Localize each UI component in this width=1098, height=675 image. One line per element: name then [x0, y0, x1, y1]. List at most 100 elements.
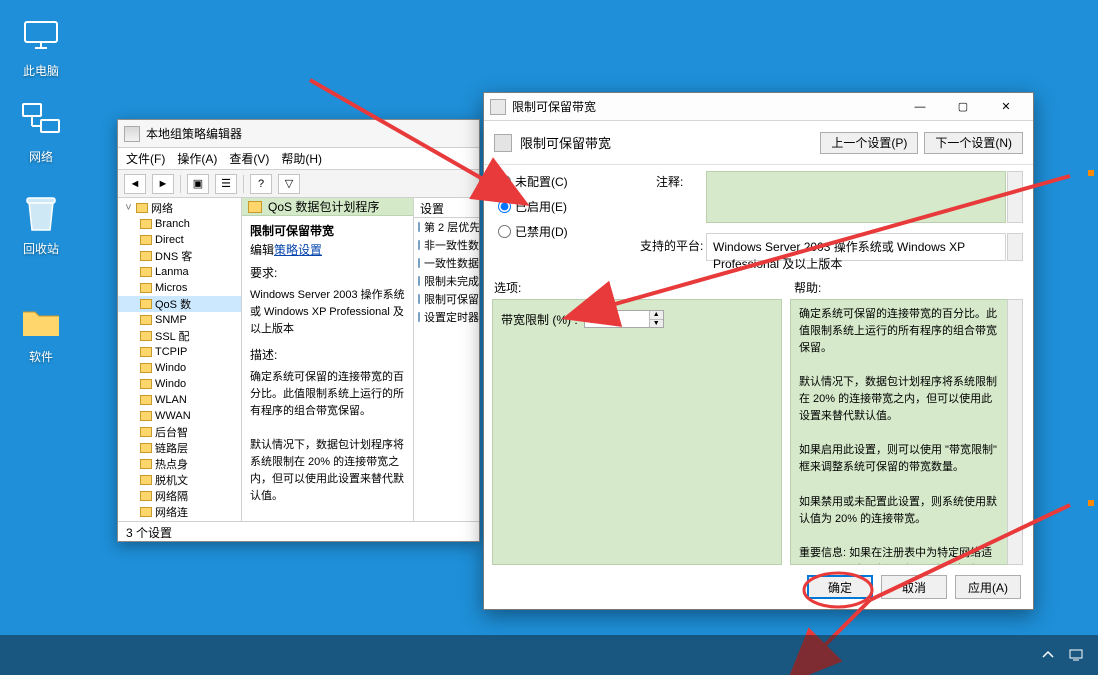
maximize-button[interactable]: ▢	[942, 97, 984, 117]
next-setting-button[interactable]: 下一个设置(N)	[924, 132, 1023, 154]
tree-item[interactable]: 网络隔	[118, 488, 241, 504]
radio-disabled-input[interactable]	[498, 225, 511, 238]
tree-root-label: 网络	[151, 200, 173, 216]
menu-view[interactable]: 查看(V)	[229, 150, 269, 167]
settings-item[interactable]: 一致性数据	[414, 254, 479, 272]
settings-item[interactable]: 限制可保留	[414, 290, 479, 308]
policy-item-icon	[418, 240, 420, 250]
gp-titlebar[interactable]: 本地组策略编辑器	[118, 120, 479, 148]
tree-item[interactable]: 网络连	[118, 520, 241, 521]
minimize-button[interactable]: —	[899, 97, 941, 117]
tree-item[interactable]: Micros	[118, 280, 241, 296]
tree-item[interactable]: Direct	[118, 232, 241, 248]
folder-icon	[140, 491, 152, 501]
menu-help[interactable]: 帮助(H)	[281, 150, 322, 167]
policy-dialog: 限制可保留带宽 — ▢ ✕ 限制可保留带宽 上一个设置(P) 下一个设置(N) …	[483, 92, 1034, 610]
spin-down-icon[interactable]: ▼	[649, 320, 663, 328]
tree-item[interactable]: Windo	[118, 360, 241, 376]
tree-item[interactable]: Branch	[118, 216, 241, 232]
radio-disabled[interactable]: 已禁用(D)	[498, 223, 568, 240]
scrollbar[interactable]	[1007, 171, 1023, 223]
toolbar-filter-icon[interactable]: ▽	[278, 174, 300, 194]
tree-item[interactable]: DNS 客	[118, 248, 241, 264]
tree-item[interactable]: SNMP	[118, 312, 241, 328]
tree-item-label: QoS 数	[155, 296, 191, 312]
settings-item[interactable]: 第 2 层优先	[414, 218, 479, 236]
folder-icon	[136, 203, 148, 213]
tree-item[interactable]: 热点身	[118, 456, 241, 472]
prev-setting-button[interactable]: 上一个设置(P)	[820, 132, 918, 154]
desktop-icon-folder[interactable]: 软件	[6, 300, 76, 365]
toolbar-help-icon[interactable]: ?	[250, 174, 272, 194]
tree-root[interactable]: ˅ 网络	[118, 200, 241, 216]
tree-item[interactable]: QoS 数	[118, 296, 241, 312]
tree-item-label: Branch	[155, 218, 190, 230]
tree-item-label: 网络隔	[155, 488, 188, 504]
dlg-app-icon	[490, 99, 506, 115]
tree-item[interactable]: TCPIP	[118, 344, 241, 360]
edit-policy-link[interactable]: 策略设置	[274, 241, 322, 258]
group-policy-window: 本地组策略编辑器 文件(F) 操作(A) 查看(V) 帮助(H) ◄ ► ▣ ☰…	[117, 119, 480, 542]
tree-item[interactable]: WLAN	[118, 392, 241, 408]
ok-button[interactable]: 确定	[807, 575, 873, 599]
settings-item[interactable]: 非一致性数据	[414, 236, 479, 254]
settings-item-label: 非一致性数据	[424, 237, 479, 253]
tree-item[interactable]: Lanma	[118, 264, 241, 280]
gp-tree[interactable]: ˅ 网络 Branch DirectDNS 客 Lanma Micros QoS 数SN…	[118, 198, 242, 521]
desktop-icon-this-pc[interactable]: 此电脑	[6, 14, 76, 79]
tree-item-label: Micros	[155, 282, 187, 294]
comment-input[interactable]	[706, 171, 1006, 223]
desktop-icon-network[interactable]: 网络	[6, 100, 76, 165]
desktop-icon-label: 回收站	[6, 240, 76, 257]
content-header-label: QoS 数据包计划程序	[268, 198, 379, 215]
folder-icon	[140, 427, 152, 437]
settings-item[interactable]: 限制未完成	[414, 272, 479, 290]
spin-up-icon[interactable]: ▲	[649, 311, 663, 320]
recycle-bin-icon	[19, 192, 63, 236]
close-button[interactable]: ✕	[985, 97, 1027, 117]
apply-button[interactable]: 应用(A)	[955, 575, 1021, 599]
tree-item-label: WLAN	[155, 394, 187, 406]
taskbar[interactable]	[0, 635, 1098, 675]
menu-file[interactable]: 文件(F)	[126, 150, 165, 167]
tree-item[interactable]: SSL 配	[118, 328, 241, 344]
folder-icon	[140, 363, 152, 373]
toolbar-fwd-icon[interactable]: ►	[152, 174, 174, 194]
tree-item[interactable]: Windo	[118, 376, 241, 392]
radio-not-configured-input[interactable]	[498, 175, 511, 188]
settings-item[interactable]: 设置定时器	[414, 308, 479, 326]
tree-item[interactable]: 后台智	[118, 424, 241, 440]
toolbar-back-icon[interactable]: ◄	[124, 174, 146, 194]
folder-icon	[140, 459, 152, 469]
tree-item[interactable]: 网络连	[118, 504, 241, 520]
toolbar-list-icon[interactable]: ☰	[215, 174, 237, 194]
radio-not-configured[interactable]: 未配置(C)	[498, 173, 568, 190]
dlg-titlebar[interactable]: 限制可保留带宽 — ▢ ✕	[484, 93, 1033, 121]
scrollbar[interactable]	[1007, 299, 1023, 565]
collapse-icon[interactable]: ˅	[124, 202, 133, 214]
folder-icon	[140, 379, 152, 389]
tree-item-label: Lanma	[155, 266, 189, 278]
tree-item[interactable]: WWAN	[118, 408, 241, 424]
tray-up-icon[interactable]	[1040, 647, 1056, 663]
spinner[interactable]: ▲ ▼	[649, 311, 663, 327]
toolbar-up-icon[interactable]: ▣	[187, 174, 209, 194]
folder-icon	[140, 251, 152, 261]
settings-item-label: 限制可保留	[424, 291, 479, 307]
radio-enabled[interactable]: 已启用(E)	[498, 198, 568, 215]
desktop-icon-recycle[interactable]: 回收站	[6, 192, 76, 257]
folder-icon	[248, 201, 262, 213]
scrollbar[interactable]	[1007, 233, 1023, 261]
tree-item-label: Windo	[155, 362, 186, 374]
menu-action[interactable]: 操作(A)	[177, 150, 217, 167]
cancel-button[interactable]: 取消	[881, 575, 947, 599]
desc-label: 描述:	[242, 346, 413, 365]
tree-item[interactable]: 链路层	[118, 440, 241, 456]
gp-toolbar: ◄ ► ▣ ☰ ? ▽	[118, 170, 479, 198]
gp-app-icon	[124, 126, 140, 142]
comment-label: 注释:	[656, 173, 683, 190]
settings-item-label: 第 2 层优先	[424, 219, 479, 235]
radio-enabled-input[interactable]	[498, 200, 511, 213]
tray-network-icon[interactable]	[1068, 647, 1084, 663]
tree-item[interactable]: 脱机文	[118, 472, 241, 488]
